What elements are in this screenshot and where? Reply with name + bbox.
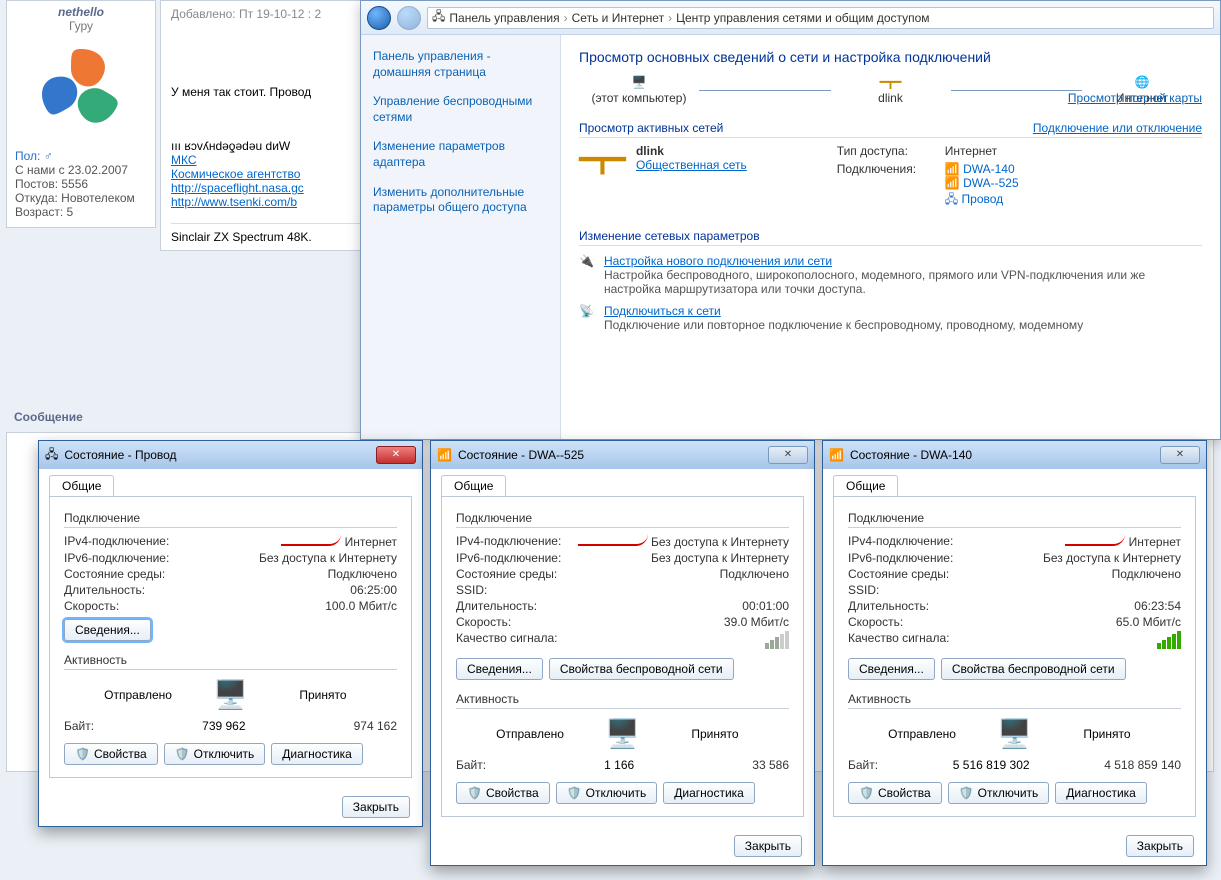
tab-general[interactable]: Общие	[49, 475, 114, 496]
close-button-footer[interactable]: Закрыть	[342, 796, 410, 818]
tab-general[interactable]: Общие	[441, 475, 506, 496]
connect-disconnect-link[interactable]: Подключение или отключение	[1033, 121, 1202, 135]
connect-net-icon: 📡	[579, 304, 594, 332]
close-button[interactable]: ✕	[768, 446, 808, 464]
conn-dwa525[interactable]: DWA--525	[963, 176, 1019, 190]
disconnect-button[interactable]: 🛡️ Отключить	[948, 782, 1050, 804]
properties-button[interactable]: 🛡️ Свойства	[848, 782, 942, 804]
status-dialog-dwa525: 📶Состояние - DWA--525✕ Общие Подключение…	[430, 440, 815, 866]
signal-icon: 📶	[945, 176, 960, 190]
link-tsenki[interactable]: http://www.tsenki.com/b	[171, 195, 297, 209]
forum-rank: Гуру	[7, 19, 155, 33]
details-button[interactable]: Сведения...	[456, 658, 543, 680]
wifi-props-button[interactable]: Свойства беспроводной сети	[549, 658, 734, 680]
full-map-link[interactable]: Просмотр полной карты	[1068, 91, 1202, 105]
forum-meta: Пол: ♂ С нами с 23.02.2007 Постов: 5556 …	[7, 145, 155, 223]
details-button[interactable]: Сведения...	[848, 658, 935, 680]
properties-button[interactable]: 🛡️ Свойства	[456, 782, 550, 804]
back-button[interactable]	[367, 6, 391, 30]
signal-icon: 📶	[945, 162, 960, 176]
forward-button[interactable]	[397, 6, 421, 30]
status-dialog-wire: 🖧Состояние - Провод✕ Общие Подключение I…	[38, 440, 423, 827]
close-button[interactable]: ✕	[376, 446, 416, 464]
disconnect-button[interactable]: 🛡️ Отключить	[556, 782, 658, 804]
wired-icon: 🖧	[45, 445, 58, 466]
close-button-footer[interactable]: Закрыть	[1126, 835, 1194, 857]
link-nasa[interactable]: http://spaceflight.nasa.gc	[171, 181, 304, 195]
conn-dwa140[interactable]: DWA-140	[963, 162, 1015, 176]
link-mks[interactable]: МКС	[171, 153, 197, 167]
link-agency[interactable]: Космическое агентство	[171, 167, 300, 181]
network-type[interactable]: Общественная сеть	[636, 158, 747, 172]
cp-heading: Просмотр основных сведений о сети и наст…	[579, 49, 1202, 65]
wired-icon: 🖧	[945, 192, 958, 206]
side-link-adapter[interactable]: Изменение параметров адаптера	[373, 139, 548, 170]
details-button[interactable]: Сведения...	[64, 619, 151, 641]
signal-bars-icon	[1157, 631, 1181, 649]
signal-bars-icon	[765, 631, 789, 649]
side-link-wifi[interactable]: Управление беспроводными сетями	[373, 94, 548, 125]
cp-main: Просмотр основных сведений о сети и наст…	[561, 35, 1220, 439]
computer-icon: 🖥️	[605, 717, 640, 750]
close-button[interactable]: ✕	[1160, 446, 1200, 464]
computer-icon: 🖥️	[997, 717, 1032, 750]
globe-icon: 🌐	[1135, 75, 1150, 89]
new-conn-link[interactable]: Настройка нового подключения или сети	[604, 254, 832, 268]
bench-icon: ━┳━	[579, 144, 626, 211]
router-icon: ━┳━	[880, 75, 902, 89]
wifi-props-button[interactable]: Свойства беспроводной сети	[941, 658, 1126, 680]
computer-icon: 🖥️	[632, 75, 647, 89]
avatar	[31, 39, 131, 139]
side-link-home[interactable]: Панель управления - домашняя страница	[373, 49, 548, 80]
side-link-sharing[interactable]: Изменить дополнительные параметры общего…	[373, 185, 548, 216]
conn-wire[interactable]: Провод	[962, 192, 1004, 206]
network-name: dlink	[636, 144, 664, 158]
diagnose-button[interactable]: Диагностика	[663, 782, 755, 804]
disconnect-button[interactable]: 🛡️ Отключить	[164, 743, 266, 765]
network-center-window: 🖧 Панель управления› Сеть и Интернет› Це…	[360, 0, 1221, 440]
properties-button[interactable]: 🛡️ Свойства	[64, 743, 158, 765]
reply-label: Сообщение	[14, 410, 83, 424]
forum-user-card: nethello Гуру Пол: ♂ С нами с 23.02.2007…	[6, 0, 156, 228]
tab-general[interactable]: Общие	[833, 475, 898, 496]
signal-icon: 📶	[437, 448, 452, 462]
computer-icon: 🖥️	[213, 678, 248, 711]
network-icon: 🖧	[432, 7, 445, 28]
breadcrumb[interactable]: 🖧 Панель управления› Сеть и Интернет› Це…	[427, 7, 1214, 29]
new-conn-icon: 🔌	[579, 254, 594, 296]
diagnose-button[interactable]: Диагностика	[1055, 782, 1147, 804]
forum-username: nethello	[7, 5, 155, 19]
connect-net-link[interactable]: Подключиться к сети	[604, 304, 721, 318]
signal-icon: 📶	[829, 448, 844, 462]
status-dialog-dwa140: 📶Состояние - DWA-140✕ Общие Подключение …	[822, 440, 1207, 866]
diagnose-button[interactable]: Диагностика	[271, 743, 363, 765]
close-button-footer[interactable]: Закрыть	[734, 835, 802, 857]
cp-sidebar: Панель управления - домашняя страница Уп…	[361, 35, 561, 439]
cp-toolbar: 🖧 Панель управления› Сеть и Интернет› Це…	[361, 1, 1220, 35]
